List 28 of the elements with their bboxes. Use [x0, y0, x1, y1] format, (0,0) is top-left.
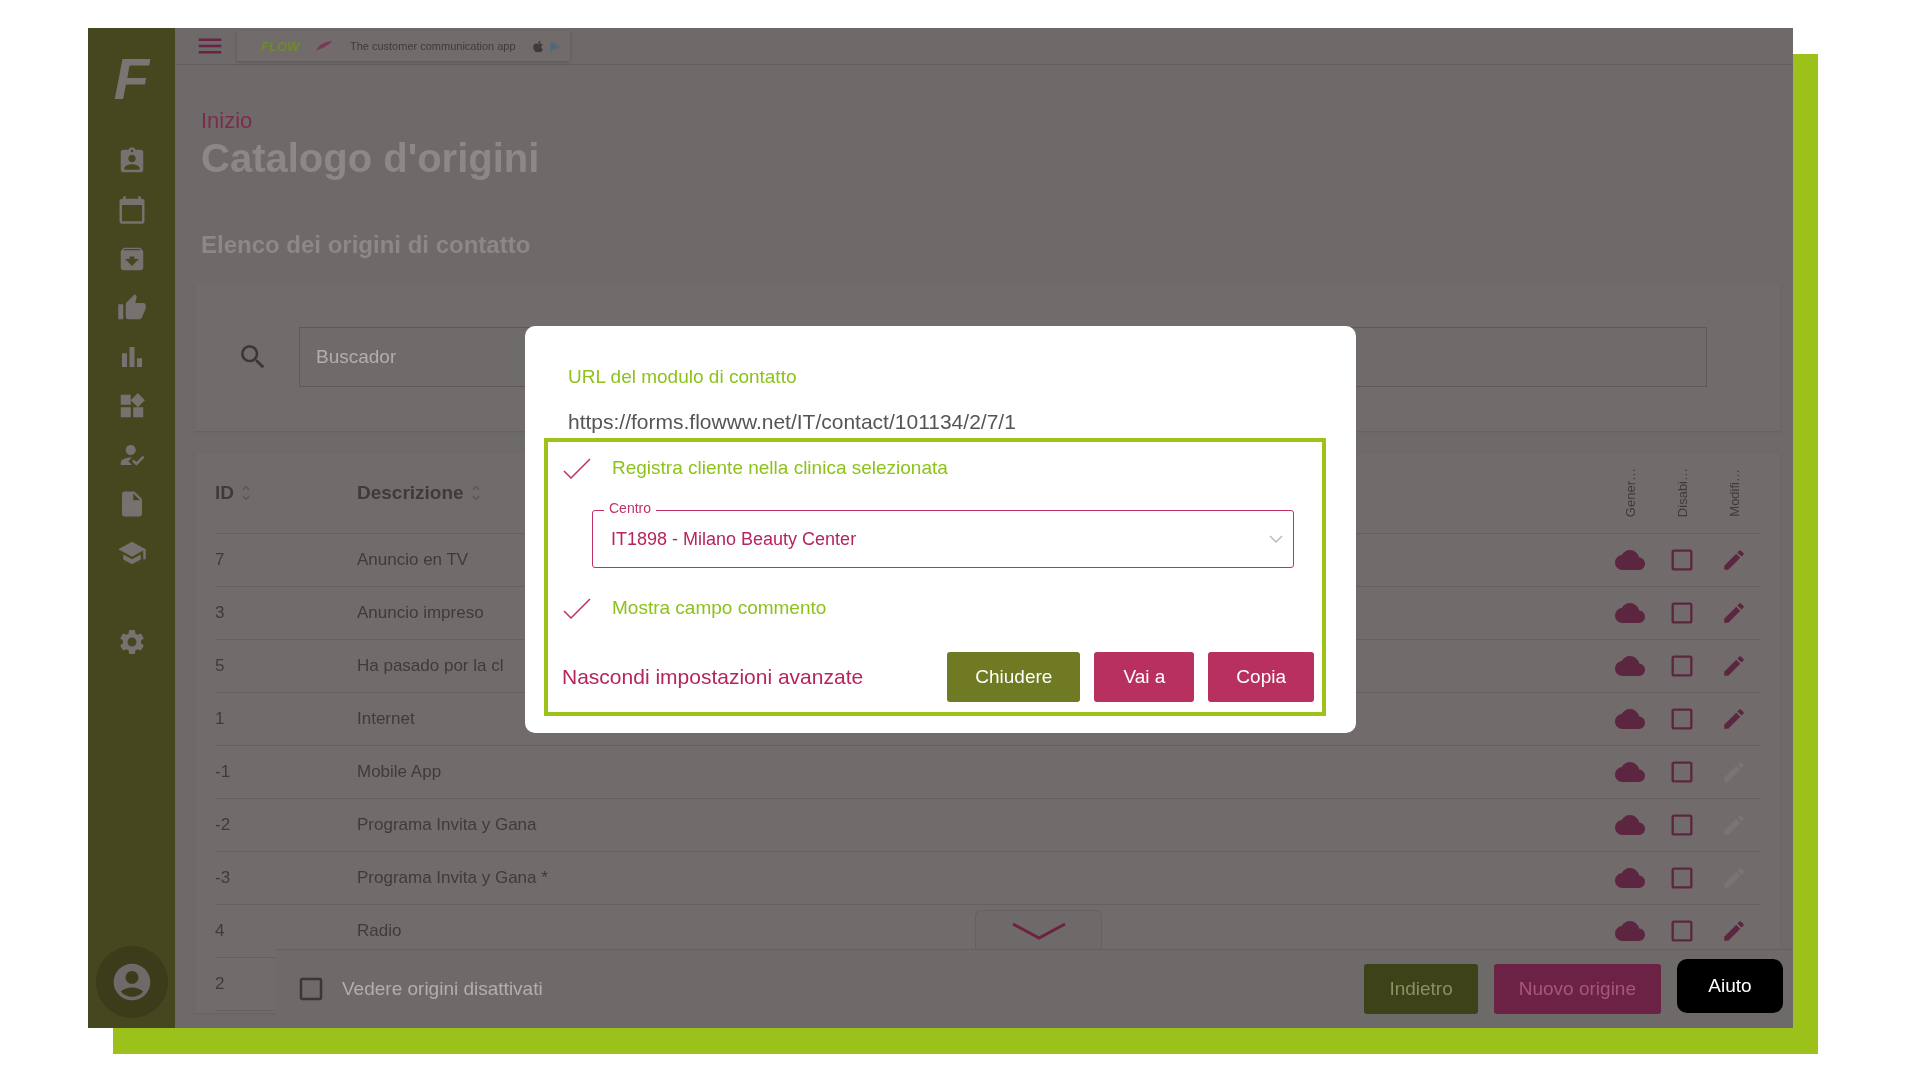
chevron-down-icon	[1010, 922, 1067, 940]
advanced-settings-link[interactable]: Nascondi impostazioni avanzate	[562, 665, 864, 689]
action-button[interactable]: Copia	[1208, 652, 1314, 702]
action-button[interactable]: Vai a	[1094, 652, 1195, 702]
pencil-icon[interactable]	[1721, 706, 1747, 732]
pencil-icon[interactable]	[1721, 918, 1747, 944]
pencil-icon[interactable]	[1721, 600, 1747, 626]
dialog-label: URL del modulo di contatto	[568, 366, 797, 388]
pencil-icon[interactable]	[1721, 547, 1747, 573]
check-icon[interactable]	[562, 597, 592, 619]
select-legend: Centro	[604, 500, 657, 516]
check-icon[interactable]	[562, 457, 592, 479]
chevron-down-icon	[1269, 535, 1283, 543]
checkbox-label: Vedere origini disattivati	[342, 978, 543, 1000]
option-label: Mostra campo commento	[612, 597, 827, 619]
banner-logo: FLOW	[261, 38, 300, 54]
option-label: Registra cliente nella clinica selezionata	[612, 457, 948, 479]
breadcrumb[interactable]: Inizio	[201, 108, 253, 134]
logo: F	[113, 50, 150, 108]
back-button[interactable]: Indietro	[1364, 964, 1478, 1014]
help-button[interactable]: Aiuto	[1677, 959, 1783, 1013]
url-text: https://forms.flowww.net/IT/contact/101134/2/7/1	[568, 410, 1016, 434]
pencil-icon[interactable]	[1721, 653, 1747, 679]
close-button[interactable]: Chiudere	[947, 652, 1081, 702]
apple-icon[interactable]	[531, 39, 544, 53]
feather-icon	[315, 40, 334, 52]
collapse-tab[interactable]	[975, 910, 1102, 951]
new-button[interactable]: Nuovo origine	[1493, 964, 1661, 1014]
